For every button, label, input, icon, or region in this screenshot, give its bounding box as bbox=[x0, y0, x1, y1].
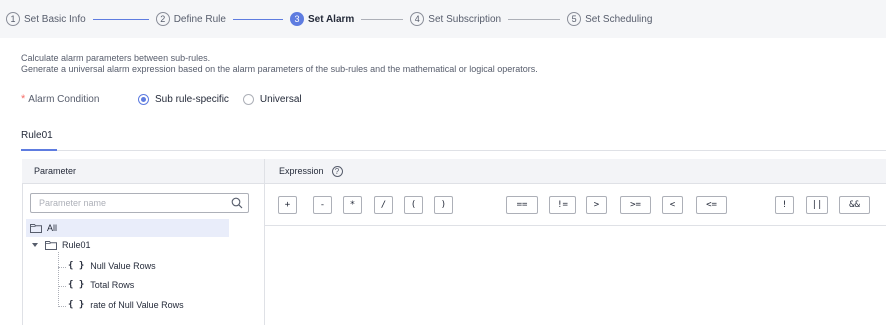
field-icon: { } bbox=[68, 300, 85, 310]
description-line-2: Generate a universal alarm expression ba… bbox=[21, 64, 538, 74]
radio-sub-rule-specific[interactable]: Sub rule-specific bbox=[138, 93, 229, 105]
expression-column-header: Expression ? bbox=[265, 159, 886, 184]
radio-label-universal: Universal bbox=[259, 93, 302, 105]
description-line-1: Calculate alarm parameters between sub-r… bbox=[21, 53, 211, 63]
step-connector bbox=[361, 18, 404, 20]
tree-connector bbox=[58, 252, 59, 307]
step-label-basic-info: Set Basic Info bbox=[24, 13, 86, 25]
expression-divider bbox=[265, 225, 886, 226]
search-icon[interactable] bbox=[231, 197, 243, 209]
operator-equals-button[interactable]: == bbox=[506, 196, 538, 214]
radio-label-sub-rule-specific: Sub rule-specific bbox=[155, 93, 229, 105]
operator-less-than-button[interactable]: < bbox=[662, 196, 683, 214]
tab-rule01[interactable]: Rule01 bbox=[21, 130, 53, 141]
step-set-scheduling[interactable]: 5 Set Scheduling bbox=[567, 12, 652, 26]
caret-down-icon[interactable] bbox=[32, 243, 38, 247]
step-label-define-rule: Define Rule bbox=[173, 13, 226, 25]
help-icon[interactable]: ? bbox=[331, 165, 343, 177]
expression-table: Parameter Expression ? Parameter name Al… bbox=[22, 159, 886, 325]
operator-not-button[interactable]: ! bbox=[775, 196, 794, 214]
tree-connector bbox=[58, 267, 66, 268]
tree-node-all[interactable]: All bbox=[26, 219, 229, 237]
operator-multiply-button[interactable]: * bbox=[343, 196, 362, 214]
tab-divider bbox=[21, 150, 886, 151]
alarm-description: Calculate alarm parameters between sub-r… bbox=[21, 53, 538, 75]
operator-minus-button[interactable]: - bbox=[313, 196, 332, 214]
column-divider bbox=[264, 159, 265, 325]
tree-node-rule01[interactable]: Rule01 bbox=[32, 240, 91, 250]
parameter-column-header: Parameter bbox=[22, 159, 264, 184]
step-label-set-alarm: Set Alarm bbox=[307, 13, 355, 25]
parameter-search-input[interactable]: Parameter name bbox=[30, 193, 249, 213]
alarm-condition-label-wrap: * Alarm Condition bbox=[21, 93, 138, 105]
field-icon: { } bbox=[68, 261, 85, 271]
operator-and-button[interactable]: && bbox=[839, 196, 870, 214]
tree-leaf-label: Total Rows bbox=[90, 280, 135, 290]
step-label-set-scheduling: Set Scheduling bbox=[585, 13, 653, 25]
step-number-4: 4 bbox=[410, 12, 425, 26]
tab-active-indicator bbox=[21, 149, 57, 151]
tree-leaf-rate-of-null-value-rows[interactable]: { } rate of Null Value Rows bbox=[68, 300, 184, 310]
steps-bar: 1 Set Basic Info 2 Define Rule 3 Set Ala… bbox=[0, 0, 886, 38]
tree-node-rule01-label: Rule01 bbox=[62, 240, 91, 250]
tree-leaf-label: rate of Null Value Rows bbox=[90, 300, 184, 310]
operator-greater-equal-button[interactable]: >= bbox=[620, 196, 651, 214]
radio-universal[interactable]: Universal bbox=[242, 93, 302, 105]
operator-close-paren-button[interactable]: ) bbox=[434, 196, 453, 214]
radio-checked-icon[interactable] bbox=[138, 93, 149, 105]
operator-not-equals-button[interactable]: != bbox=[549, 196, 576, 214]
required-mark: * bbox=[21, 93, 26, 105]
field-icon: { } bbox=[68, 280, 85, 290]
step-basic-info[interactable]: 1 Set Basic Info bbox=[6, 12, 86, 26]
operator-open-paren-button[interactable]: ( bbox=[404, 196, 423, 214]
step-define-rule[interactable]: 2 Define Rule bbox=[155, 12, 226, 26]
tree-leaf-null-value-rows[interactable]: { } Null Value Rows bbox=[68, 261, 156, 271]
step-connector bbox=[92, 18, 149, 20]
tree-connector bbox=[58, 306, 66, 307]
step-label-set-subscription: Set Subscription bbox=[428, 13, 502, 25]
operator-greater-than-button[interactable]: > bbox=[586, 196, 607, 214]
step-number-1: 1 bbox=[6, 12, 20, 26]
tree-node-all-label: All bbox=[47, 223, 58, 233]
step-set-subscription[interactable]: 4 Set Subscription bbox=[410, 12, 501, 26]
tree-connector bbox=[58, 286, 66, 287]
step-connector bbox=[508, 18, 561, 20]
step-number-3: 3 bbox=[289, 12, 304, 26]
operator-plus-button[interactable]: + bbox=[278, 196, 297, 214]
tree-leaf-label: Null Value Rows bbox=[90, 261, 156, 271]
alarm-condition-row: * Alarm Condition Sub rule-specific Univ… bbox=[21, 93, 316, 105]
step-set-alarm[interactable]: 3 Set Alarm bbox=[289, 12, 355, 26]
expression-header-label: Expression bbox=[279, 165, 324, 176]
operator-less-equal-button[interactable]: <= bbox=[696, 196, 727, 214]
alarm-condition-label: Alarm Condition bbox=[28, 93, 100, 105]
step-connector bbox=[232, 18, 283, 20]
radio-unchecked-icon[interactable] bbox=[242, 93, 254, 105]
step-number-5: 5 bbox=[567, 12, 582, 26]
operator-or-button[interactable]: || bbox=[806, 196, 828, 214]
step-number-2: 2 bbox=[155, 12, 170, 26]
folder-icon bbox=[30, 223, 42, 233]
folder-icon bbox=[45, 240, 57, 250]
tree-leaf-total-rows[interactable]: { } Total Rows bbox=[68, 280, 134, 290]
search-placeholder: Parameter name bbox=[39, 198, 107, 208]
operator-divide-button[interactable]: / bbox=[374, 196, 393, 214]
